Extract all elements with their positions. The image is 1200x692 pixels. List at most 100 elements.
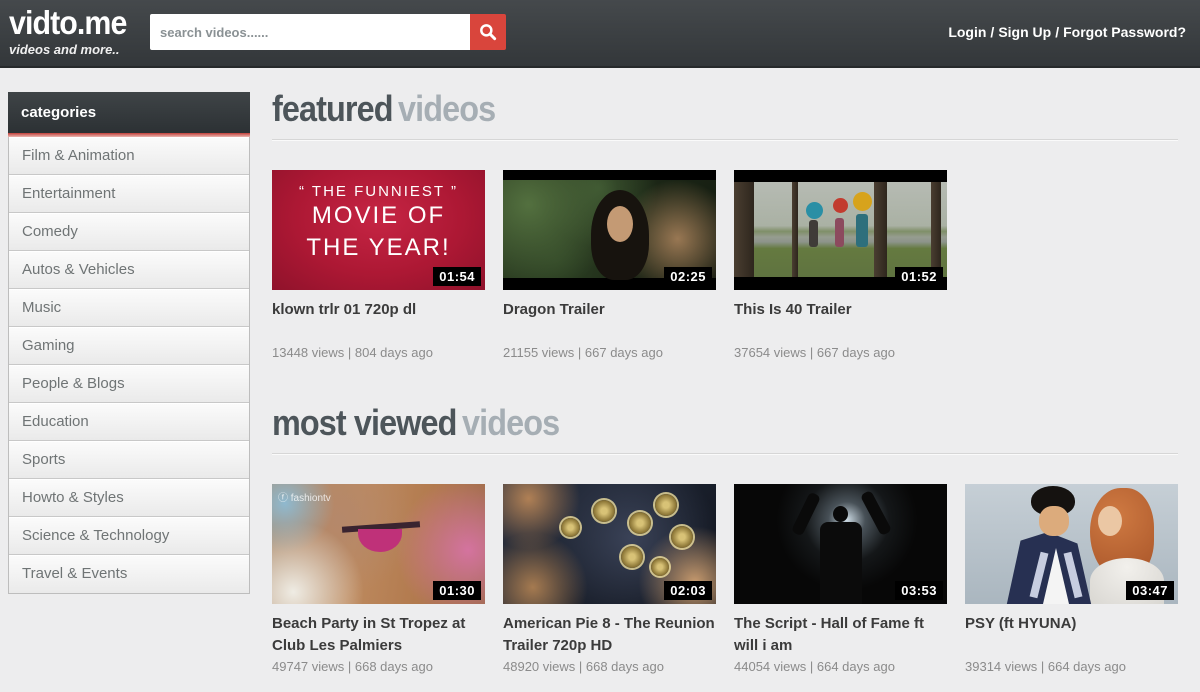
video-title[interactable]: Beach Party in St Tropez at Club Les Pal… bbox=[272, 613, 485, 659]
video-grid: “ THE FUNNIEST ” MOVIE OF THE YEAR! 01:5… bbox=[272, 170, 1178, 360]
thumbnail-art-shape bbox=[874, 182, 887, 277]
video-title[interactable]: klown trlr 01 720p dl bbox=[272, 299, 485, 345]
video-meta: 39314 views | 664 days ago bbox=[965, 659, 1178, 674]
video-card: “ THE FUNNIEST ” MOVIE OF THE YEAR! 01:5… bbox=[272, 170, 485, 360]
duration-badge: 01:54 bbox=[433, 267, 481, 286]
video-title[interactable]: Dragon Trailer bbox=[503, 299, 716, 345]
section-divider bbox=[272, 139, 1178, 140]
video-meta: 49747 views | 668 days ago bbox=[272, 659, 485, 674]
sidebar-item[interactable]: Travel & Events bbox=[9, 555, 249, 593]
thumbnail-text-line: THE YEAR! bbox=[272, 232, 485, 264]
thumbnail-art-shape bbox=[621, 546, 643, 568]
video-card: 02:25 Dragon Trailer 21155 views | 667 d… bbox=[503, 170, 716, 360]
video-title[interactable]: American Pie 8 - The Reunion Trailer 720… bbox=[503, 613, 716, 659]
auth-nav: Login/Sign Up/Forgot Password? bbox=[948, 24, 1186, 40]
login-link[interactable]: Login bbox=[948, 24, 986, 40]
categories-header: categories bbox=[8, 92, 250, 133]
thumbnail-art-shape bbox=[651, 558, 669, 576]
video-meta: 48920 views | 668 days ago bbox=[503, 659, 716, 674]
video-thumbnail[interactable]: 02:25 bbox=[503, 170, 716, 290]
duration-badge: 02:03 bbox=[664, 581, 712, 600]
thumbnail-art-shape bbox=[655, 494, 677, 516]
thumbnail-art-shape bbox=[806, 202, 823, 219]
thumbnail-text-line: “ THE FUNNIEST ” bbox=[272, 183, 485, 200]
video-title[interactable]: PSY (ft HYUNA) bbox=[965, 613, 1178, 659]
video-section: featuredvideos “ THE FUNNIEST ” MOVIE OF… bbox=[272, 88, 1178, 360]
video-card: fashiontv 01:30 Beach Party in St Tropez… bbox=[272, 484, 485, 674]
category-list: Film & AnimationEntertainmentComedyAutos… bbox=[8, 137, 250, 594]
thumbnail-art-shape bbox=[820, 522, 862, 604]
thumbnail-art-shape bbox=[835, 218, 844, 247]
fashiontv-watermark: fashiontv bbox=[278, 489, 331, 504]
video-meta: 44054 views | 664 days ago bbox=[734, 659, 947, 674]
thumbnail-art-shape bbox=[593, 500, 615, 522]
sidebar-item[interactable]: Science & Technology bbox=[9, 517, 249, 555]
video-grid: fashiontv 01:30 Beach Party in St Tropez… bbox=[272, 484, 1178, 674]
auth-separator: / bbox=[1051, 24, 1063, 40]
section-title: featuredvideos bbox=[272, 88, 1087, 130]
search-input[interactable] bbox=[150, 14, 470, 50]
duration-badge: 01:52 bbox=[895, 267, 943, 286]
search-button[interactable] bbox=[470, 14, 506, 50]
sidebar-item[interactable]: Entertainment bbox=[9, 175, 249, 213]
search-icon bbox=[478, 22, 498, 42]
duration-badge: 03:53 bbox=[895, 581, 943, 600]
thumbnail-art-shape bbox=[856, 214, 868, 247]
video-thumbnail[interactable]: “ THE FUNNIEST ” MOVIE OF THE YEAR! 01:5… bbox=[272, 170, 485, 290]
thumbnail-art-shape bbox=[1098, 506, 1122, 536]
video-section: most viewedvideos fashiontv 01:30 Beach … bbox=[272, 402, 1178, 674]
video-card: 03:47 PSY (ft HYUNA) 39314 views | 664 d… bbox=[965, 484, 1178, 674]
video-meta: 21155 views | 667 days ago bbox=[503, 345, 716, 360]
sidebar-item[interactable]: Sports bbox=[9, 441, 249, 479]
categories-sidebar: categories Film & AnimationEntertainment… bbox=[8, 92, 250, 594]
duration-badge: 03:47 bbox=[1126, 581, 1174, 600]
video-thumbnail[interactable]: 03:47 bbox=[965, 484, 1178, 604]
video-thumbnail[interactable]: fashiontv 01:30 bbox=[272, 484, 485, 604]
sidebar-item[interactable]: Film & Animation bbox=[9, 137, 249, 175]
thumbnail-art-shape bbox=[734, 182, 754, 277]
sidebar-item[interactable]: Education bbox=[9, 403, 249, 441]
sidebar-item[interactable]: Autos & Vehicles bbox=[9, 251, 249, 289]
sidebar-item[interactable]: Howto & Styles bbox=[9, 479, 249, 517]
thumbnail-art-shape bbox=[1039, 506, 1069, 536]
main-content: featuredvideos “ THE FUNNIEST ” MOVIE OF… bbox=[272, 88, 1178, 692]
thumbnail-art-shape bbox=[629, 512, 651, 534]
section-title-light: videos bbox=[398, 88, 495, 129]
section-title: most viewedvideos bbox=[272, 402, 1087, 444]
video-title[interactable]: The Script - Hall of Fame ft will i am bbox=[734, 613, 947, 659]
site-logo[interactable]: vidto.me bbox=[9, 4, 126, 42]
signup-link[interactable]: Sign Up bbox=[998, 24, 1051, 40]
auth-separator: / bbox=[986, 24, 998, 40]
thumbnail-art-shape bbox=[853, 192, 872, 211]
thumbnail-art-shape bbox=[792, 182, 798, 277]
video-meta: 37654 views | 667 days ago bbox=[734, 345, 947, 360]
duration-badge: 02:25 bbox=[664, 267, 712, 286]
thumbnail-text-line: MOVIE OF bbox=[272, 200, 485, 232]
thumbnail-art-shape bbox=[833, 198, 848, 213]
logo-block: vidto.me videos and more.. bbox=[9, 4, 137, 57]
video-title[interactable]: This Is 40 Trailer bbox=[734, 299, 947, 345]
section-title-bold: most viewed bbox=[272, 402, 457, 443]
forgot-password-link[interactable]: Forgot Password? bbox=[1063, 24, 1186, 40]
duration-badge: 01:30 bbox=[433, 581, 481, 600]
site-tagline: videos and more.. bbox=[9, 42, 137, 57]
section-divider bbox=[272, 453, 1178, 454]
thumbnail-art-shape bbox=[809, 220, 818, 247]
thumbnail-art-shape bbox=[607, 206, 633, 242]
sidebar-item[interactable]: Comedy bbox=[9, 213, 249, 251]
video-meta: 13448 views | 804 days ago bbox=[272, 345, 485, 360]
video-card: 03:53 The Script - Hall of Fame ft will … bbox=[734, 484, 947, 674]
sidebar-item[interactable]: People & Blogs bbox=[9, 365, 249, 403]
section-title-light: videos bbox=[462, 402, 559, 443]
video-thumbnail[interactable]: 03:53 bbox=[734, 484, 947, 604]
search-form bbox=[150, 14, 506, 50]
video-card: 01:52 This Is 40 Trailer 37654 views | 6… bbox=[734, 170, 947, 360]
video-thumbnail[interactable]: 02:03 bbox=[503, 484, 716, 604]
site-header: vidto.me videos and more.. Login/Sign Up… bbox=[0, 0, 1200, 68]
thumbnail-art-shape bbox=[931, 182, 941, 277]
sidebar-item[interactable]: Gaming bbox=[9, 327, 249, 365]
video-thumbnail[interactable]: 01:52 bbox=[734, 170, 947, 290]
thumbnail-art-shape bbox=[833, 506, 848, 522]
sidebar-item[interactable]: Music bbox=[9, 289, 249, 327]
video-card: 02:03 American Pie 8 - The Reunion Trail… bbox=[503, 484, 716, 674]
